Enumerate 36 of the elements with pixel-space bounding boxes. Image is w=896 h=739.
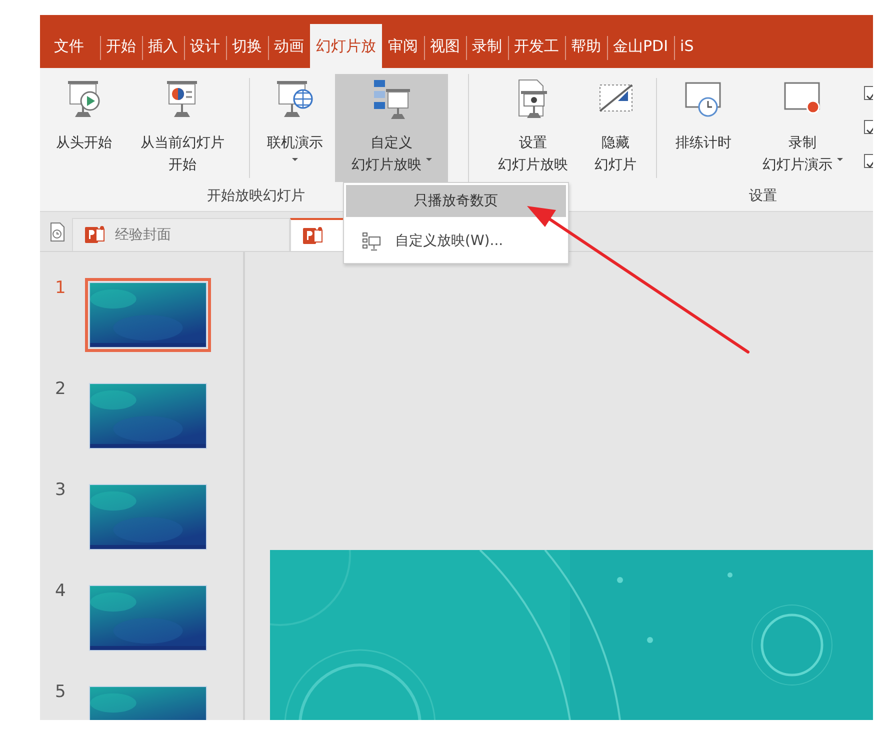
menu-item[interactable]: 只播放奇数页 — [346, 185, 566, 217]
ribbon-tab[interactable]: 审阅 — [382, 24, 424, 68]
slide-number: 2 — [54, 379, 67, 399]
document-clock-icon — [48, 221, 66, 243]
document-tab[interactable]: 经验封面 — [72, 218, 290, 251]
ribbon-tab[interactable]: 金山PDI — [607, 24, 674, 68]
ribbon-tab[interactable]: 视图 — [424, 24, 466, 68]
ribbon-button[interactable]: 自定义 幻灯片放映 — [335, 74, 448, 182]
group-label: 开始放映幻灯片 — [207, 188, 305, 204]
menu-item[interactable]: 自定义放映(W)... — [346, 225, 566, 257]
ribbon-tab[interactable]: 动画 — [268, 24, 310, 68]
ribbon-button[interactable]: 设置 幻灯片放映 — [483, 74, 583, 182]
slide-list-icon — [362, 232, 381, 250]
ribbon-tab[interactable]: iS — [674, 24, 700, 68]
powerpoint-file-icon — [85, 226, 105, 244]
ribbon-tab[interactable]: 帮助 — [565, 24, 607, 68]
ribbon-tab[interactable]: 插入 — [142, 24, 184, 68]
ribbon-tab[interactable]: 切换 — [226, 24, 268, 68]
ribbon-tab[interactable]: 设计 — [184, 24, 226, 68]
slide-number: 5 — [54, 682, 67, 702]
ribbon-tab[interactable]: 开发工 — [508, 24, 565, 68]
ribbon-button[interactable]: 联机演示 — [255, 74, 335, 182]
ribbon-tab[interactable]: 文件 — [48, 24, 90, 68]
slide-number: 3 — [54, 480, 67, 500]
ribbon-button[interactable]: 录制 幻灯片演示 — [745, 74, 860, 182]
slide-number: 4 — [54, 581, 67, 601]
ribbon-button[interactable]: 从当前幻灯片 开始 — [124, 74, 241, 182]
ribbon-tab[interactable]: 幻灯片放 — [310, 24, 382, 68]
ribbon-tab[interactable]: 开始 — [100, 24, 142, 68]
powerpoint-file-icon — [303, 226, 323, 244]
ribbon-button[interactable]: 排练计时 — [662, 74, 745, 182]
ribbon-button[interactable]: 从头开始 — [44, 74, 124, 182]
group-label: 设置 — [749, 188, 777, 204]
ribbon-button[interactable]: 隐藏 幻灯片 — [583, 74, 648, 182]
slide-number: 1 — [54, 278, 67, 298]
ribbon-tab[interactable]: 录制 — [466, 24, 508, 68]
